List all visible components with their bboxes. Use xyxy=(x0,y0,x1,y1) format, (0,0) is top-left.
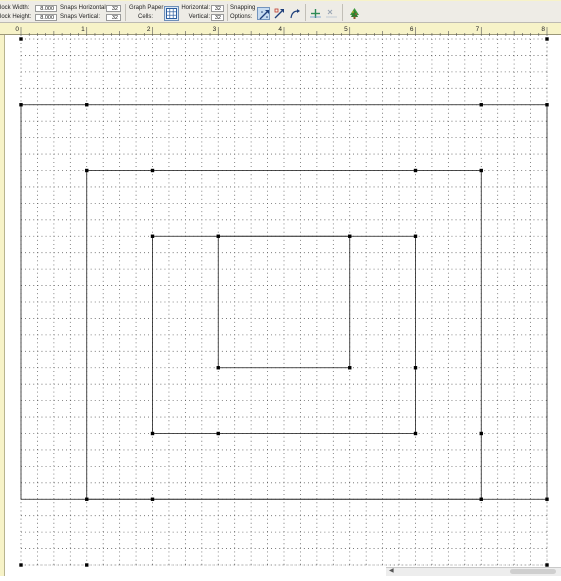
ruler-label: 5 xyxy=(344,26,348,33)
graph-vertical-field[interactable]: 32 xyxy=(211,14,224,21)
snap-to-drawing-icon xyxy=(290,9,300,19)
node-handle[interactable] xyxy=(545,497,549,501)
snap-to-drawing-button[interactable] xyxy=(289,7,302,20)
block-height-field[interactable]: 8.000 xyxy=(35,14,57,21)
node-handle[interactable] xyxy=(85,563,89,567)
graph-paper-icon xyxy=(166,8,177,19)
toolbar-separator xyxy=(125,4,126,21)
block-width-label: lock Width: xyxy=(0,5,30,11)
add-node-icon xyxy=(310,9,321,18)
graph-horizontal-field[interactable]: 32 xyxy=(211,5,224,12)
ruler-label: 6 xyxy=(410,26,414,33)
ruler-label: 3 xyxy=(213,26,217,33)
scroll-left-arrow-icon[interactable]: ◀ xyxy=(389,567,394,576)
node-handle[interactable] xyxy=(216,234,220,238)
add-node-button[interactable] xyxy=(309,7,322,20)
snaps-horizontal-label: Snaps Horizontal: xyxy=(60,5,108,11)
ruler-label: 2 xyxy=(147,26,151,33)
horizontal-ruler: 0 1 2 3 4 5 6 7 8 xyxy=(0,23,561,36)
node-handle[interactable] xyxy=(85,497,89,501)
node-handle[interactable] xyxy=(150,431,155,436)
graph-paper-cells-label: Cells: xyxy=(138,14,154,20)
block-height-label: lock Height: xyxy=(0,14,32,20)
node-handle[interactable] xyxy=(479,431,483,436)
snaps-vertical-label: Snaps Vertical: xyxy=(60,14,101,20)
snap-to-node-button[interactable] xyxy=(273,7,286,20)
node-handle[interactable] xyxy=(479,497,483,501)
delete-node-icon xyxy=(326,9,337,18)
snapping-label: Snapping xyxy=(230,5,256,11)
node-handle[interactable] xyxy=(19,103,23,107)
toolbar: lock Width: 8.000 lock Height: 8.000 Sna… xyxy=(0,0,561,23)
tree-icon xyxy=(350,8,359,19)
node-handle[interactable] xyxy=(216,431,220,436)
drawing-layer xyxy=(19,37,549,567)
vertical-label: Vertical: xyxy=(188,14,210,20)
node-handle[interactable] xyxy=(545,37,549,41)
node-handle[interactable] xyxy=(348,366,352,370)
node-handle[interactable] xyxy=(413,234,418,238)
node-handle[interactable] xyxy=(19,37,23,41)
scrollbar-thumb[interactable] xyxy=(510,569,556,574)
node-handle[interactable] xyxy=(545,103,549,107)
snap-to-grid-button[interactable] xyxy=(257,7,270,20)
node-handle[interactable] xyxy=(413,168,418,173)
node-handle[interactable] xyxy=(216,366,220,370)
node-handle[interactable] xyxy=(150,234,155,238)
ruler-label: 0 xyxy=(15,26,19,33)
snapping-options-label: Options: xyxy=(230,14,253,20)
graph-paper-label: Graph Paper xyxy=(129,5,164,11)
toolbar-separator xyxy=(305,4,306,21)
ruler-label: 7 xyxy=(476,26,480,33)
node-handle[interactable] xyxy=(413,431,418,436)
node-handle[interactable] xyxy=(348,234,352,238)
graph-paper-grid[interactable] xyxy=(5,35,561,576)
horizontal-label: Horizontal: xyxy=(181,5,210,11)
toolbar-separator xyxy=(342,4,343,21)
node-handle[interactable] xyxy=(85,168,89,173)
snaps-horizontal-field[interactable]: 32 xyxy=(106,5,121,12)
ruler-label: 1 xyxy=(81,26,85,33)
node-handle[interactable] xyxy=(150,497,155,501)
snaps-vertical-field[interactable]: 32 xyxy=(106,14,121,21)
block-width-field[interactable]: 8.000 xyxy=(35,5,57,12)
node-handle[interactable] xyxy=(150,168,155,173)
delete-node-button[interactable] xyxy=(325,7,338,20)
node-handle[interactable] xyxy=(85,103,89,107)
snap-to-node-icon xyxy=(274,8,284,19)
graph-paper-button[interactable] xyxy=(164,6,179,21)
ruler-label: 4 xyxy=(278,26,282,33)
node-handle[interactable] xyxy=(413,366,418,370)
ruler-label: 8 xyxy=(541,26,545,33)
block-drawing-canvas[interactable] xyxy=(5,35,561,576)
node-handle[interactable] xyxy=(479,103,483,107)
snap-to-grid-icon xyxy=(259,10,269,20)
node-handle[interactable] xyxy=(479,168,483,173)
toolbar-separator xyxy=(227,4,228,21)
tree-button[interactable] xyxy=(348,7,361,20)
node-handle[interactable] xyxy=(19,563,23,567)
